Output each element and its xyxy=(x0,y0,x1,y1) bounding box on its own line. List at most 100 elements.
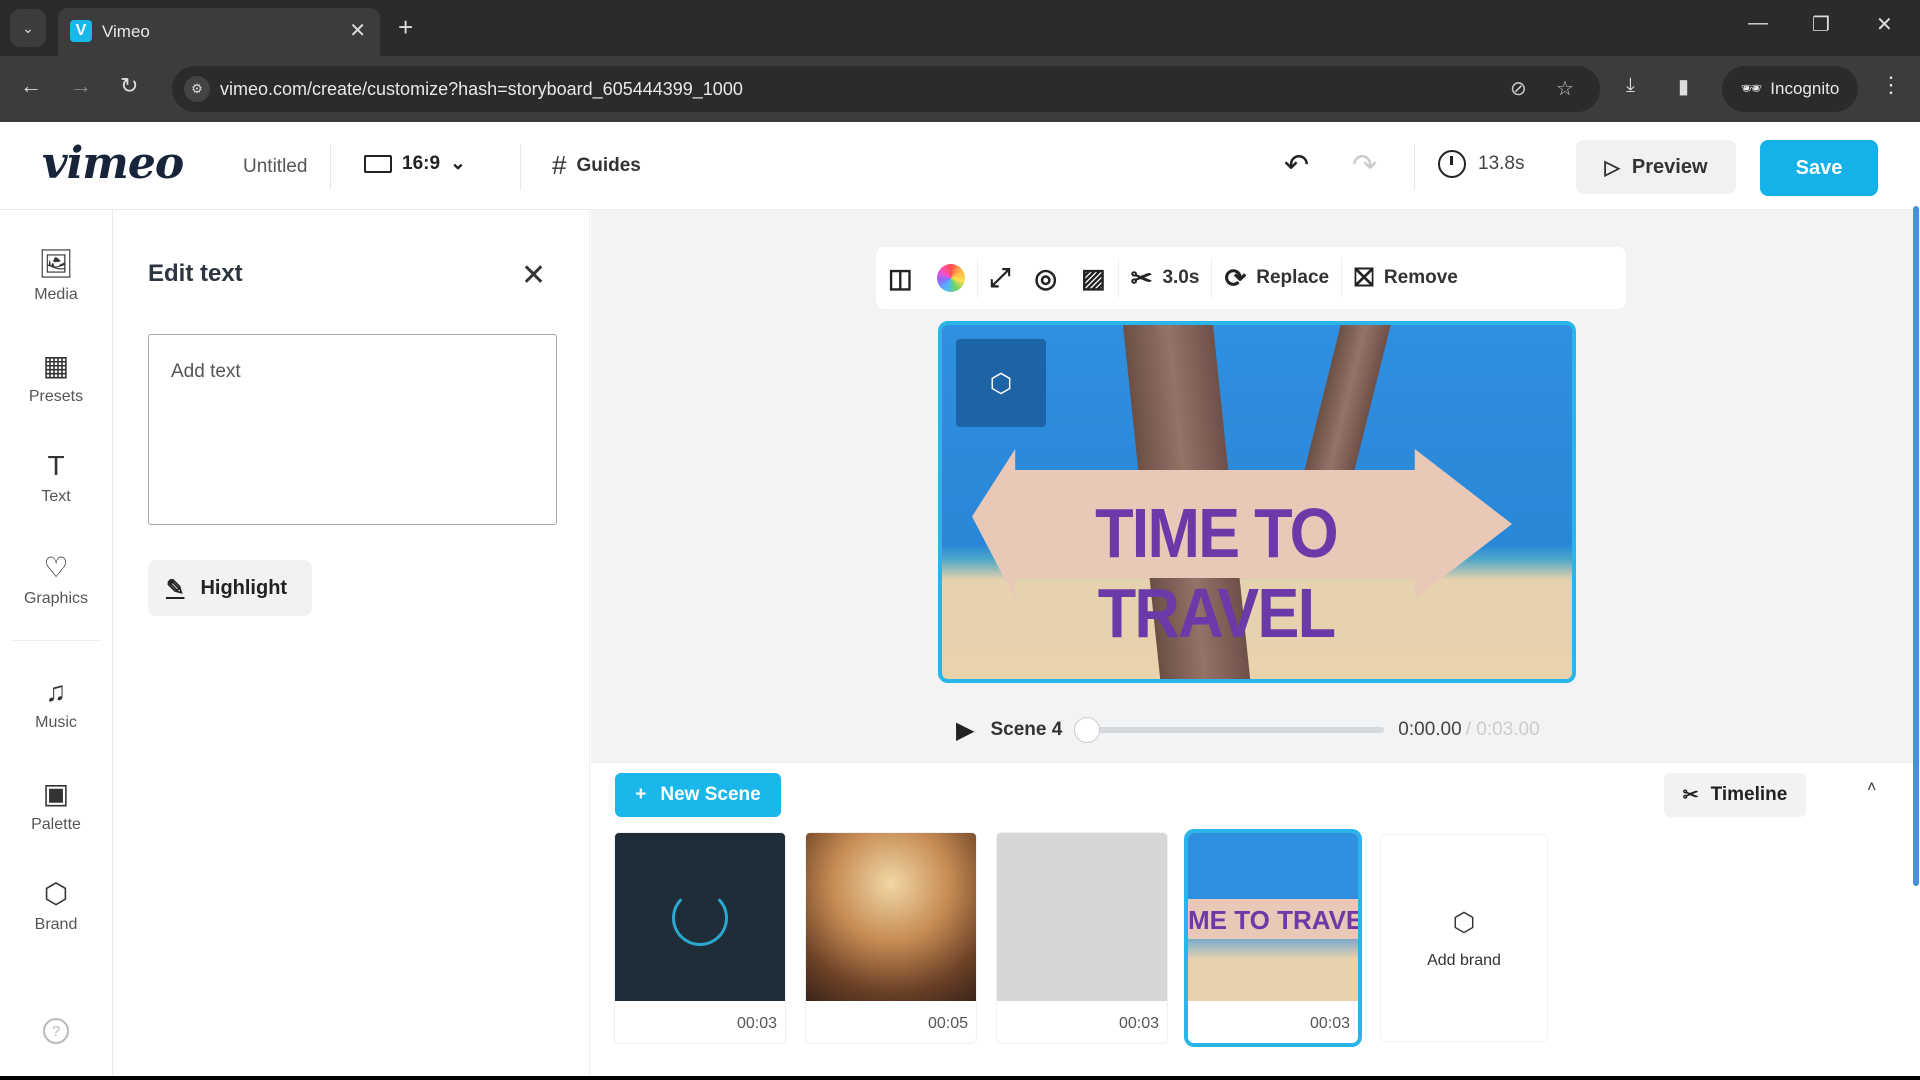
total-time: / 0:03.00 xyxy=(1465,719,1540,740)
panel-title: Edit text xyxy=(148,260,243,287)
text-input[interactable] xyxy=(148,334,557,525)
vimeo-logo[interactable]: vimeo xyxy=(42,138,184,189)
new-tab-button[interactable]: + xyxy=(398,12,413,43)
scene-duration: 00:03 xyxy=(736,1015,777,1032)
redo-icon[interactable]: ↷ xyxy=(1352,148,1377,183)
palette-icon: ▣ xyxy=(42,778,70,809)
highlight-button[interactable]: ✎ Highlight xyxy=(148,560,312,616)
aspect-ratio-dropdown[interactable]: 16:9 ⌄ xyxy=(364,152,466,175)
scene-card[interactable]: 00:03 xyxy=(997,833,1167,1043)
forward-icon[interactable]: → xyxy=(70,73,92,99)
play-outline-icon: ▷ xyxy=(1604,156,1620,179)
portrait-mask-icon: ▨ xyxy=(1081,262,1106,293)
duration-value: 13.8s xyxy=(1478,153,1525,174)
guides-label: Guides xyxy=(576,154,641,176)
restore-icon[interactable]: ❐ xyxy=(1812,12,1830,37)
new-scene-button[interactable]: + New Scene xyxy=(615,773,781,817)
scrubber-track[interactable] xyxy=(1074,717,1385,743)
browser-tab[interactable]: V Vimeo ✕ xyxy=(58,8,380,56)
remove-image-icon: ⛝ xyxy=(1354,262,1374,292)
eye-off-icon[interactable]: ⊘ xyxy=(1510,76,1527,101)
browser-toolbar: ← → ↻ ⚙ vimeo.com/create/customize?hash=… xyxy=(0,56,1920,122)
scene-preview[interactable]: TIME TO TRAVEL ⬡ xyxy=(938,321,1576,683)
preview-button[interactable]: ▷ Preview xyxy=(1576,140,1736,194)
overlay-button[interactable]: ◎ xyxy=(1022,247,1069,309)
tab-close-icon[interactable]: ✕ xyxy=(349,18,366,43)
loading-spinner-icon xyxy=(672,890,728,946)
reload-icon[interactable]: ↻ xyxy=(120,73,138,99)
scene-card[interactable]: 00:03 xyxy=(615,833,785,1043)
minimize-icon[interactable]: — xyxy=(1748,12,1768,35)
trim-button[interactable]: ✂ 3.0s xyxy=(1119,247,1212,309)
side-panel-icon[interactable]: ▮ xyxy=(1678,74,1689,99)
download-icon[interactable]: ⤓ xyxy=(1626,74,1635,97)
incognito-badge[interactable]: 🕶 Incognito xyxy=(1722,66,1858,112)
play-icon[interactable]: ▶ xyxy=(956,716,974,745)
scissors-icon: ✂ xyxy=(1130,262,1153,293)
sidebar-item-media[interactable]: 🖼 Media xyxy=(0,232,112,320)
brand-hexagon-icon: ⬡ xyxy=(43,878,69,909)
site-settings-icon[interactable]: ⚙ xyxy=(184,76,210,102)
replace-button[interactable]: ⟳ Replace xyxy=(1212,247,1341,309)
divider xyxy=(520,144,521,190)
project-title[interactable]: Untitled xyxy=(243,156,307,178)
divider xyxy=(330,144,331,190)
scrubber-handle[interactable] xyxy=(1074,717,1101,743)
sidebar-item-presets[interactable]: ▦ Presets xyxy=(0,334,112,422)
window-close-icon[interactable]: ✕ xyxy=(1876,12,1893,37)
sidebar-item-brand[interactable]: ⬡ Brand xyxy=(0,862,112,950)
incognito-label: Incognito xyxy=(1770,79,1840,98)
sidebar-item-label: Music xyxy=(35,714,77,731)
add-brand-card[interactable]: ⬡ Add brand xyxy=(1381,835,1547,1041)
fit-button[interactable]: ⤢ xyxy=(978,247,1023,309)
divider xyxy=(10,640,102,641)
remove-button[interactable]: ⛝ Remove xyxy=(1342,247,1470,309)
sidebar-item-palette[interactable]: ▣ Palette xyxy=(0,762,112,850)
scene-card[interactable]: 00:05 xyxy=(806,833,976,1043)
app-header: vimeo Untitled 16:9 ⌄ # Guides ↶ ↷ 13.8s… xyxy=(0,122,1920,210)
add-brand-label: Add brand xyxy=(1427,951,1501,969)
divider xyxy=(1414,144,1415,190)
thumb-text: ME TO TRAVEL xyxy=(1188,905,1358,935)
sidebar-item-label: Graphics xyxy=(23,590,89,607)
trim-duration: 3.0s xyxy=(1162,267,1200,288)
close-icon[interactable]: ✕ xyxy=(521,258,546,293)
brand-logo-placeholder[interactable]: ⬡ xyxy=(956,339,1046,427)
sidebar-item-label: Media xyxy=(34,286,78,303)
sidebar-item-label: Presets xyxy=(28,388,84,405)
focus-button[interactable]: ▨ xyxy=(1069,247,1118,309)
chevron-down-icon: ⌄ xyxy=(22,19,34,36)
undo-icon[interactable]: ↶ xyxy=(1284,148,1309,183)
sidebar-item-music[interactable]: ♫ Music xyxy=(0,660,112,748)
scene-label: Scene 4 xyxy=(990,719,1063,740)
back-icon[interactable]: ← xyxy=(20,73,42,99)
bookmark-star-icon[interactable]: ☆ xyxy=(1556,76,1574,101)
scene-player: ▶ Scene 4 0:00.00 / 0:03.00 xyxy=(956,710,1576,750)
vimeo-favicon-icon: V xyxy=(70,20,92,42)
color-button[interactable] xyxy=(925,247,977,309)
sidebar-item-graphics[interactable]: ♡ Graphics xyxy=(0,536,112,624)
preview-label: Preview xyxy=(1631,155,1708,178)
sidebar-item-text[interactable]: T Text xyxy=(0,434,112,522)
timeline-label: Timeline xyxy=(1710,784,1788,805)
scene-card-selected[interactable]: ME TO TRAVEL 00:03 xyxy=(1188,833,1358,1043)
layout-button[interactable]: ◫ xyxy=(876,247,925,309)
edit-text-panel: Edit text ✕ ✎ Highlight xyxy=(113,210,590,1076)
help-icon[interactable]: ? xyxy=(43,1018,69,1044)
overlay-icon: ◎ xyxy=(1034,262,1058,293)
branch-image xyxy=(1303,325,1391,475)
guides-button[interactable]: # Guides xyxy=(552,150,641,181)
url-text[interactable]: vimeo.com/create/customize?hash=storyboa… xyxy=(220,79,743,100)
page-scrollbar[interactable] xyxy=(1913,206,1919,886)
tab-list-button[interactable]: ⌄ xyxy=(10,9,46,47)
chevron-up-icon[interactable]: ˄ xyxy=(1867,779,1876,797)
browser-menu-icon[interactable]: ⋮ xyxy=(1880,72,1902,98)
layout-icon: ◫ xyxy=(888,262,913,293)
sidebar-item-label: Brand xyxy=(34,916,78,933)
address-bar[interactable]: ⚙ vimeo.com/create/customize?hash=storyb… xyxy=(172,66,1600,112)
replace-label: Replace xyxy=(1256,267,1330,288)
shapes-icon: ♡ xyxy=(43,552,69,583)
vimeo-create-app: vimeo Untitled 16:9 ⌄ # Guides ↶ ↷ 13.8s… xyxy=(0,122,1920,1076)
save-button[interactable]: Save xyxy=(1760,140,1878,196)
timeline-button[interactable]: ✂ Timeline xyxy=(1664,773,1806,817)
